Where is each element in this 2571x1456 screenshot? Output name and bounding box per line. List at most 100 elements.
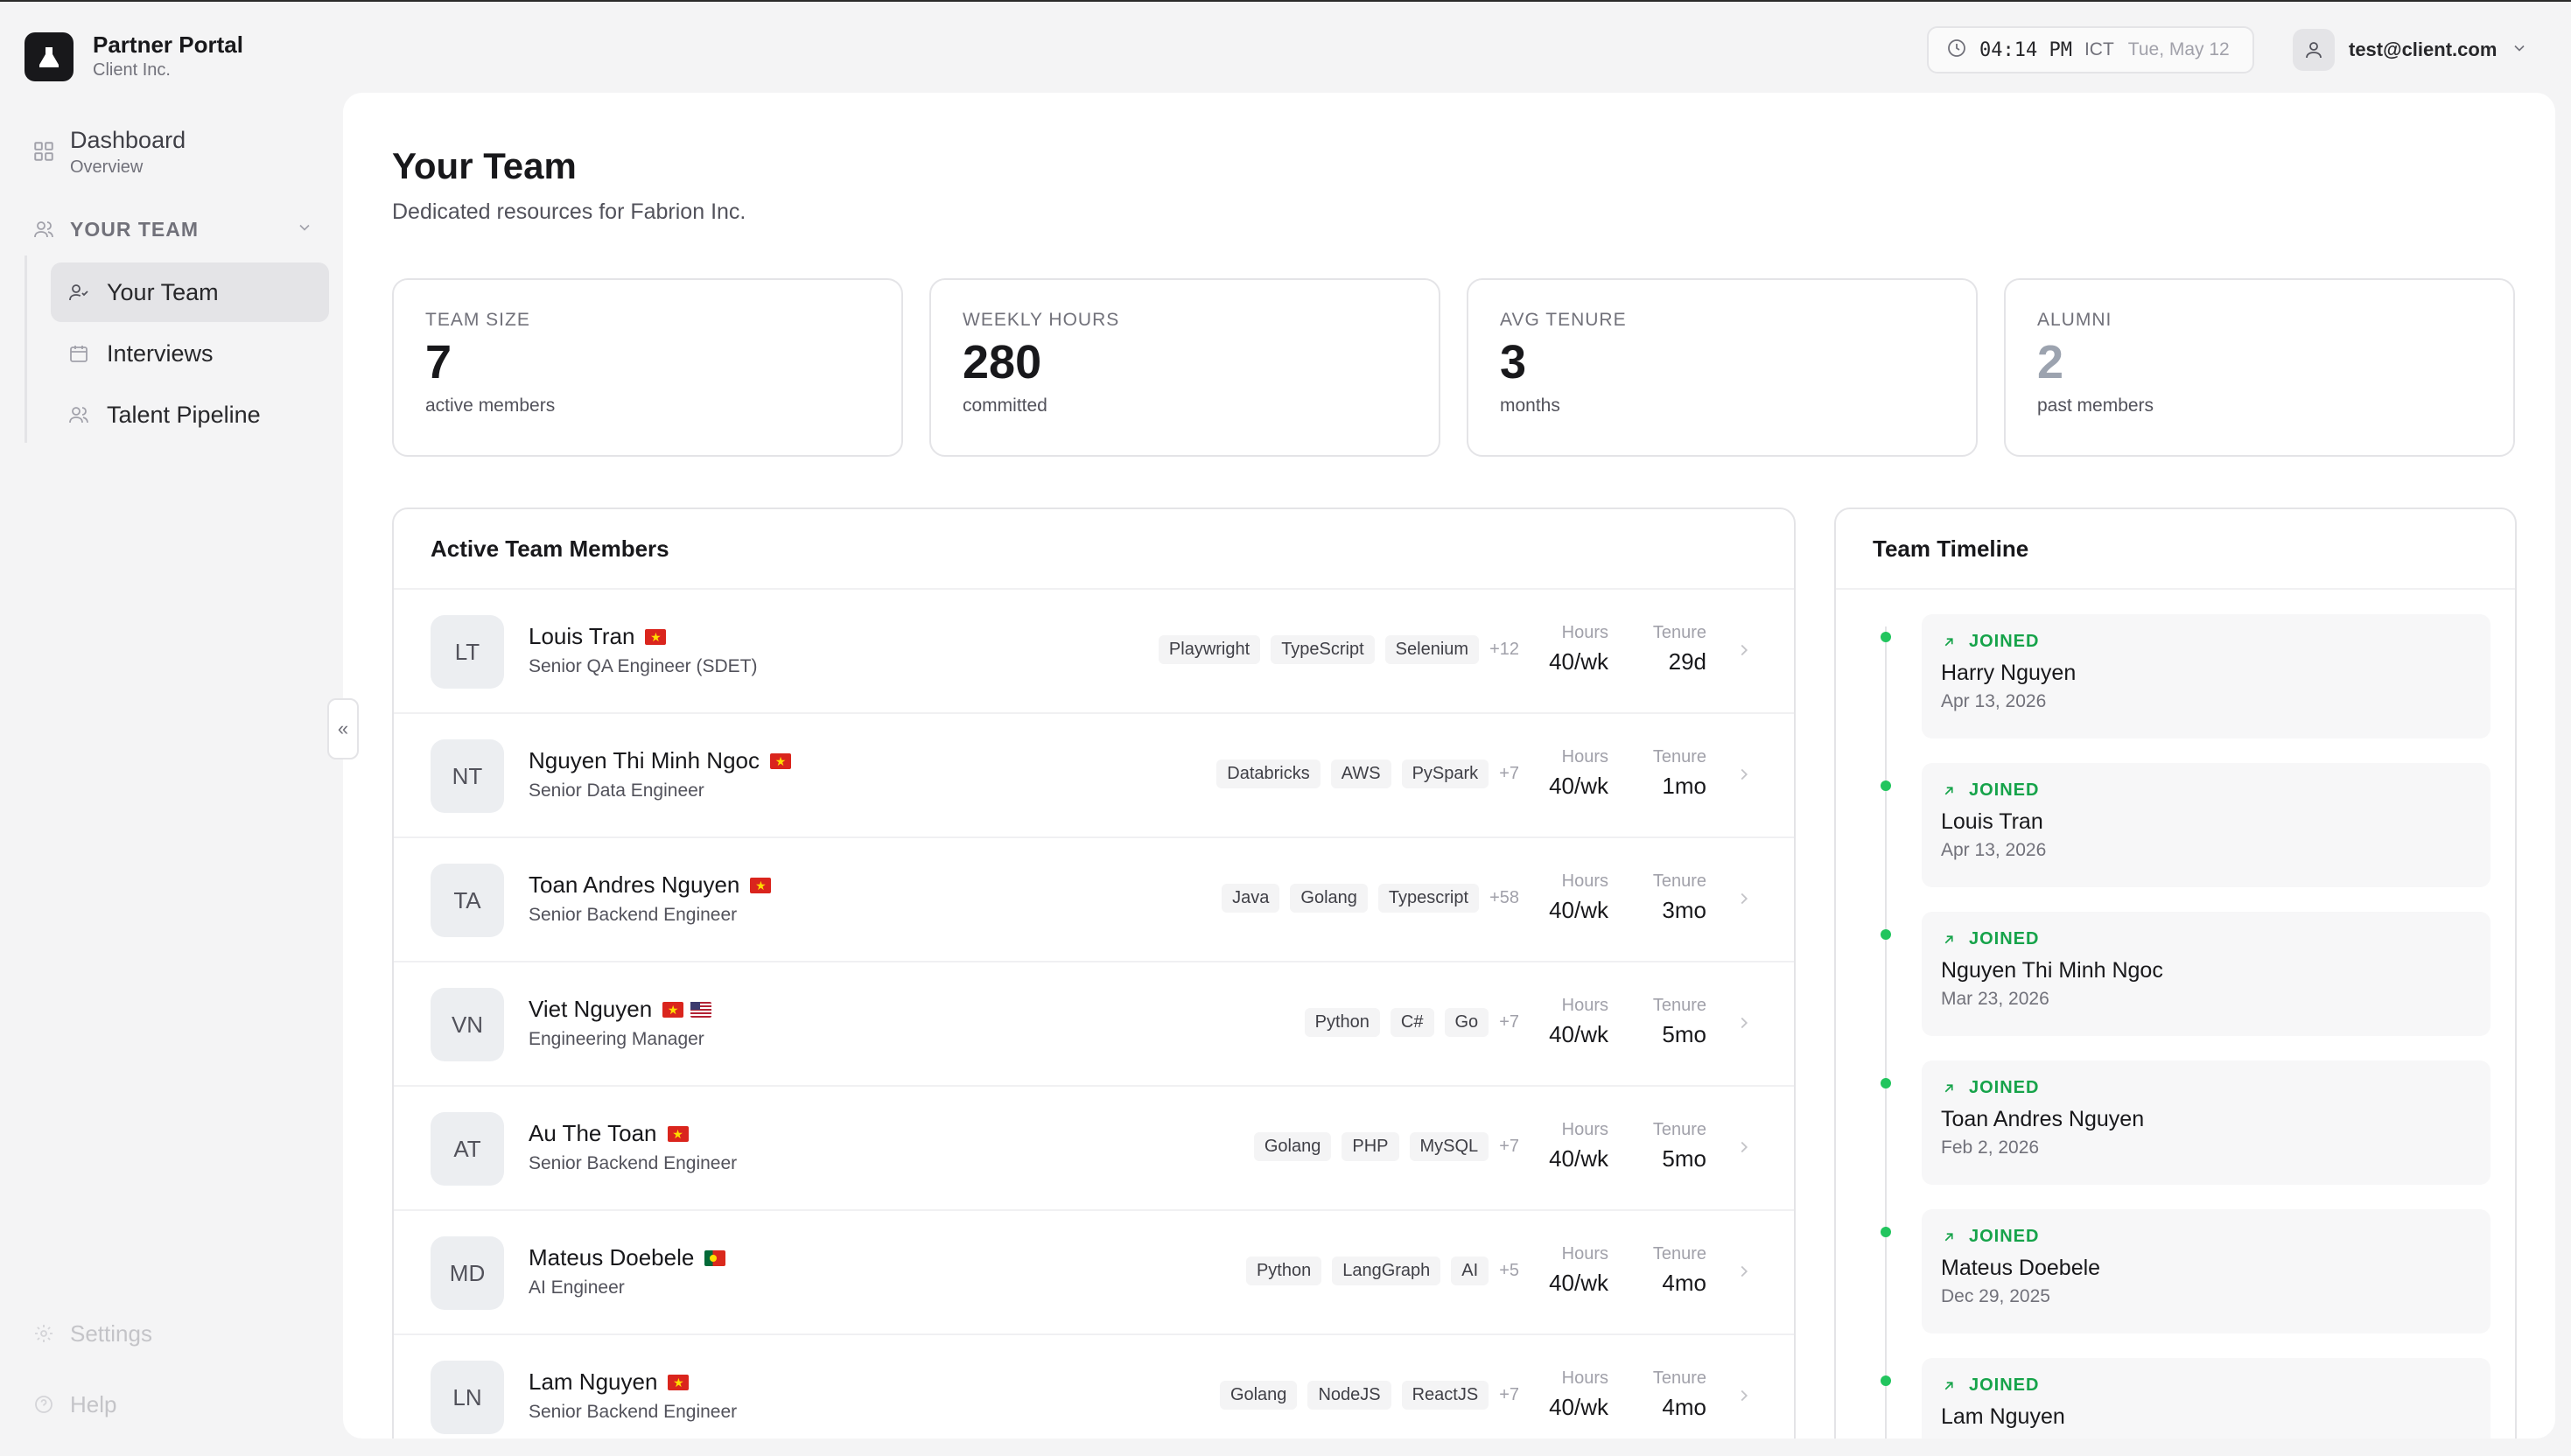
more-skills-count: +12 <box>1489 640 1519 659</box>
tenure-metric: Tenure 4mo <box>1653 1368 1706 1421</box>
timeline-item: JOINED Harry Nguyen Apr 13, 2026 <box>1922 614 2490 738</box>
chevron-right-icon[interactable] <box>1734 889 1754 913</box>
skill-tag: Golang <box>1290 884 1368 913</box>
stat-value: 7 <box>425 336 452 388</box>
stat-label: AVG TENURE <box>1500 310 1627 330</box>
skill-tag: AWS <box>1330 760 1391 788</box>
help-icon <box>25 1394 63 1415</box>
member-name: Viet Nguyen <box>529 996 653 1022</box>
skill-tags: Python LangGraph AI +5 <box>1236 1256 1519 1285</box>
user-check-icon <box>51 282 107 303</box>
tenure-label: Tenure <box>1652 623 1706 642</box>
stat-alumni[interactable]: ALUMNI 2 past members <box>2004 278 2515 457</box>
timeline-event-badge: JOINED <box>1941 1227 2471 1247</box>
timeline-event-badge: JOINED <box>1941 1376 2471 1396</box>
timeline-dot <box>1881 929 1891 940</box>
user-menu[interactable]: test@client.com <box>2293 28 2528 72</box>
timeline-name: Louis Tran <box>1941 809 2043 834</box>
skill-tags: Playwright TypeScript Selenium +12 <box>1148 635 1519 664</box>
brand-subtitle: Client Inc. <box>93 60 171 80</box>
member-name: Lam Nguyen <box>529 1368 658 1395</box>
stat-value: 280 <box>963 336 1042 388</box>
sidebar-item-talent-pipeline[interactable]: Talent Pipeline <box>51 385 329 444</box>
timeline-event-type: JOINED <box>1969 1227 2040 1246</box>
sidebar: Partner Portal Client Inc. Dashboard Ove… <box>0 0 343 1456</box>
collapse-sidebar-button[interactable]: « <box>327 698 359 760</box>
skill-tag: Go <box>1444 1008 1489 1037</box>
timeline-dot <box>1881 1376 1891 1386</box>
nav-section-your-team[interactable]: YOUR TEAM <box>25 214 313 245</box>
timeline-name: Harry Nguyen <box>1941 661 2077 685</box>
nav-dashboard-label: Dashboard <box>70 127 186 153</box>
sidebar-item-label: Talent Pipeline <box>107 401 261 428</box>
hours-metric: Hours 40/wk <box>1549 1368 1608 1421</box>
sidebar-item-label: Interviews <box>107 340 214 367</box>
skill-tags: Golang PHP MySQL +7 <box>1243 1132 1519 1161</box>
chevron-down-icon <box>2511 39 2528 61</box>
timeline-event-badge: JOINED <box>1941 1078 2471 1098</box>
nav-dashboard[interactable]: Dashboard Overview <box>25 124 186 178</box>
timeline-dot <box>1881 1227 1891 1237</box>
nav-tree-line <box>25 256 27 443</box>
table-row[interactable]: NT Nguyen Thi Minh Ngoc Senior Data Engine… <box>394 714 1794 838</box>
clock-widget: 04:14 PM ICT Tue, May 12 <box>1927 26 2254 74</box>
arrow-up-right-icon <box>1944 1381 1953 1390</box>
table-row[interactable]: LN Lam Nguyen Senior Backend Engineer Golan… <box>394 1335 1794 1438</box>
tenure-metric: Tenure 4mo <box>1653 1244 1706 1297</box>
member-name: Louis Tran <box>529 623 635 649</box>
hours-value: 40/wk <box>1549 1270 1608 1296</box>
sidebar-item-interviews[interactable]: Interviews <box>51 324 329 383</box>
timeline-name: Lam Nguyen <box>1941 1404 2065 1429</box>
chevron-right-icon[interactable] <box>1734 1386 1754 1410</box>
more-skills-count: +7 <box>1499 1012 1519 1032</box>
arrow-up-right-icon <box>1944 1083 1953 1092</box>
member-role: Senior Backend Engineer <box>529 1402 738 1422</box>
table-row[interactable]: LT Louis Tran Senior QA Engineer (SDET) Pla… <box>394 590 1794 714</box>
hours-value: 40/wk <box>1549 1145 1608 1172</box>
skill-tag: Python <box>1245 1256 1322 1285</box>
hours-value: 40/wk <box>1549 1394 1608 1420</box>
skill-tag: Golang <box>1253 1132 1332 1161</box>
tenure-value: 1mo <box>1662 773 1706 799</box>
table-row[interactable]: MD Mateus Doebele AI Engineer Python LangGra… <box>394 1211 1794 1335</box>
hours-metric: Hours 40/wk <box>1549 623 1608 676</box>
hours-value: 40/wk <box>1549 648 1608 675</box>
stat-label: TEAM SIZE <box>425 310 530 330</box>
nav-help[interactable]: Help <box>25 1389 116 1420</box>
flag-us-icon <box>690 1001 712 1018</box>
chevron-right-icon[interactable] <box>1734 765 1754 788</box>
table-row[interactable]: TA Toan Andres Nguyen Senior Backend Engin… <box>394 838 1794 962</box>
timeline-event-badge: JOINED <box>1941 632 2471 652</box>
brand[interactable]: Partner Portal Client Inc. <box>25 32 243 82</box>
skill-tag: Python <box>1304 1008 1380 1037</box>
sidebar-item-label: Your Team <box>107 278 219 305</box>
hours-value: 40/wk <box>1549 897 1608 923</box>
skill-tag: AI <box>1451 1256 1489 1285</box>
timeline-item: JOINED Louis Tran Apr 13, 2026 <box>1922 763 2490 887</box>
tenure-metric: Tenure 5mo <box>1653 996 1706 1048</box>
member-role: Engineering Manager <box>529 1029 704 1049</box>
arrow-up-right-icon <box>1944 934 1953 943</box>
tenure-label: Tenure <box>1652 872 1706 891</box>
avatar: TA <box>431 864 504 937</box>
flag-pt-icon <box>704 1250 726 1266</box>
page-subtitle: Dedicated resources for Fabrion Inc. <box>392 200 746 224</box>
chevron-right-icon[interactable] <box>1734 1138 1754 1161</box>
chevron-right-icon[interactable] <box>1734 1013 1754 1037</box>
tenure-value: 4mo <box>1662 1394 1706 1420</box>
chevron-right-icon[interactable] <box>1734 640 1754 664</box>
clock-icon <box>1946 38 1967 63</box>
table-row[interactable]: VN Viet Nguyen Engineering Manager Python C#… <box>394 962 1794 1087</box>
sidebar-item-your-team[interactable]: Your Team <box>51 262 329 322</box>
users-icon <box>51 404 107 425</box>
main-panel: Your Team Dedicated resources for Fabrio… <box>343 93 2555 1438</box>
timeline-date: Mar 23, 2026 <box>1941 989 2049 1009</box>
tenure-value: 5mo <box>1662 1021 1706 1047</box>
chevron-right-icon[interactable] <box>1734 1262 1754 1285</box>
timeline-event-badge: JOINED <box>1941 780 2471 801</box>
more-skills-count: +58 <box>1489 888 1519 907</box>
nav-settings[interactable]: Settings <box>25 1318 152 1349</box>
stat-avg-tenure: AVG TENURE 3 months <box>1467 278 1978 457</box>
table-row[interactable]: AT Au The Toan Senior Backend Engineer Gola… <box>394 1087 1794 1211</box>
timeline-name: Mateus Doebele <box>1941 1256 2101 1280</box>
